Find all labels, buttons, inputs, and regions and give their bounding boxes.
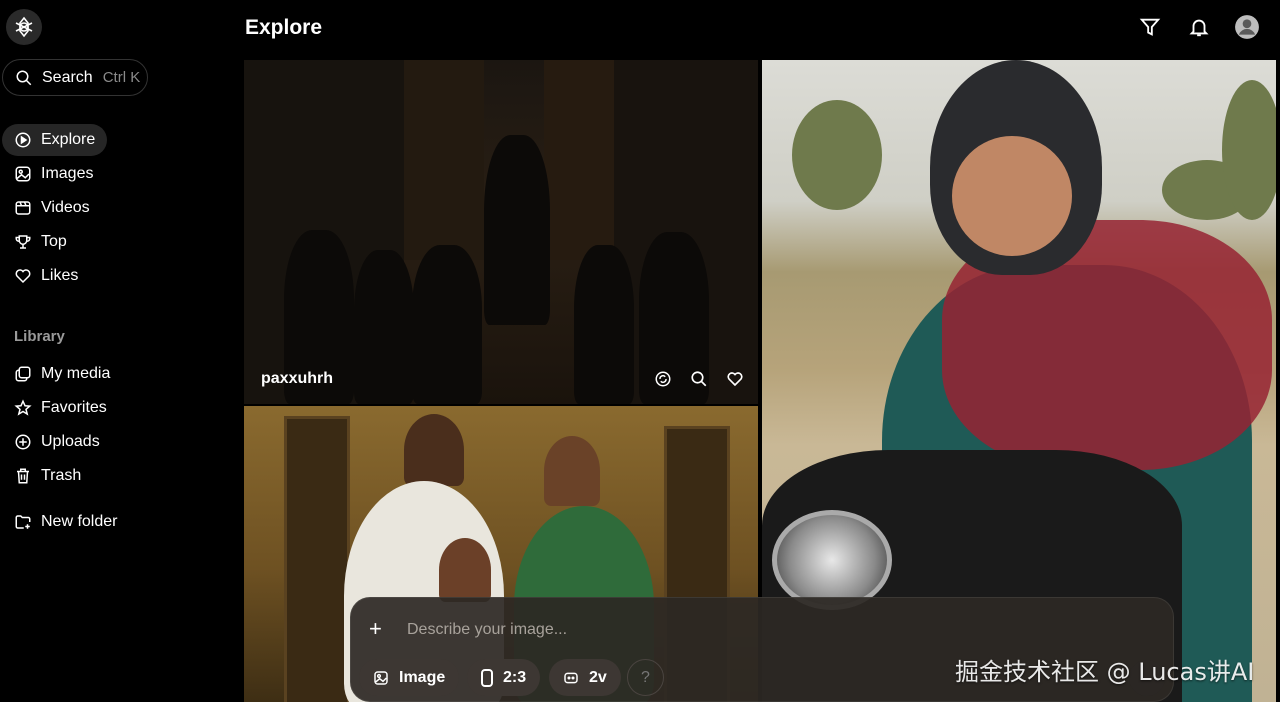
nav-likes-label: Likes: [41, 267, 79, 284]
remix-icon[interactable]: [652, 368, 674, 390]
page-title: Explore: [245, 16, 323, 39]
headlamp: [772, 510, 892, 610]
images-icon: [14, 165, 32, 183]
mode-image-label: Image: [399, 668, 446, 686]
portrait-ratio-icon: [481, 668, 493, 687]
nav-my-media-label: My media: [41, 365, 111, 382]
trophy-icon: [14, 233, 32, 251]
tile-actions: [652, 368, 746, 390]
new-folder-label: New folder: [41, 513, 118, 530]
tree: [792, 100, 882, 210]
nav-uploads[interactable]: Uploads: [2, 426, 112, 458]
watermark: 掘金技术社区 @ Lucas讲AI: [955, 658, 1255, 686]
nav-top[interactable]: Top: [2, 226, 79, 258]
help-button[interactable]: ?: [627, 659, 664, 696]
search-shortcut: Ctrl K: [102, 69, 141, 86]
nav-my-media[interactable]: My media: [2, 358, 122, 390]
upload-icon: [14, 433, 32, 451]
nav-trash[interactable]: Trash: [2, 460, 93, 492]
nav-explore[interactable]: Explore: [2, 124, 108, 156]
nav-trash-label: Trash: [41, 467, 82, 484]
zoom-icon[interactable]: [688, 368, 710, 390]
filter-icon[interactable]: [1137, 14, 1163, 40]
star-icon: [14, 399, 32, 417]
nav-likes[interactable]: Likes: [2, 260, 90, 292]
nav-favorites-label: Favorites: [41, 399, 107, 416]
nav-favorites[interactable]: Favorites: [2, 392, 119, 424]
aspect-ratio-label: 2:3: [503, 668, 527, 686]
like-heart-icon[interactable]: [724, 368, 746, 390]
bell-icon[interactable]: [1186, 14, 1212, 40]
nav-uploads-label: Uploads: [41, 433, 100, 450]
new-folder-icon: [14, 513, 32, 531]
explore-icon: [14, 131, 32, 149]
heart-icon: [14, 267, 32, 285]
crowd-figure: [574, 245, 634, 404]
nav-top-label: Top: [41, 233, 67, 250]
feed-image-city-silhouette[interactable]: paxxuhrh: [244, 60, 758, 404]
nav-explore-label: Explore: [41, 131, 96, 148]
search-icon: [15, 69, 33, 87]
crowd-figure: [412, 245, 482, 404]
building-left-2: [404, 60, 484, 260]
search-label: Search: [42, 68, 93, 86]
videos-icon: [14, 199, 32, 217]
tree: [1222, 80, 1276, 220]
crowd-figure: [354, 250, 414, 404]
mother-head: [544, 436, 600, 506]
aspect-ratio-button[interactable]: 2:3: [467, 659, 541, 696]
image-mode-icon: [373, 670, 389, 686]
variants-label: 2v: [589, 668, 607, 686]
variants-icon: [563, 670, 579, 686]
nav-images[interactable]: Images: [2, 158, 105, 190]
library-title: Library: [14, 328, 65, 345]
prompt-input[interactable]: [405, 617, 1109, 643]
building-right-2: [544, 60, 614, 260]
nav-images-label: Images: [41, 165, 94, 182]
sidebar: Search Ctrl K Explore Images Videos Top …: [0, 0, 232, 702]
app-logo-icon[interactable]: [6, 9, 42, 45]
add-attachment-icon[interactable]: +: [369, 616, 382, 642]
variants-button[interactable]: 2v: [549, 659, 621, 696]
rider-face: [952, 136, 1072, 256]
avatar-icon[interactable]: [1234, 14, 1260, 40]
my-media-icon: [14, 365, 32, 383]
new-folder-button[interactable]: New folder: [2, 506, 129, 538]
mode-image-button[interactable]: Image: [359, 659, 460, 696]
search-button[interactable]: Search Ctrl K: [2, 59, 148, 96]
central-figure: [484, 135, 550, 325]
nav-videos-label: Videos: [41, 199, 90, 216]
father-head: [404, 414, 464, 486]
child-head: [439, 538, 491, 602]
nav-videos[interactable]: Videos: [2, 192, 102, 224]
doorway-left: [284, 416, 350, 702]
trash-icon: [14, 467, 32, 485]
tile-username[interactable]: paxxuhrh: [261, 370, 333, 388]
